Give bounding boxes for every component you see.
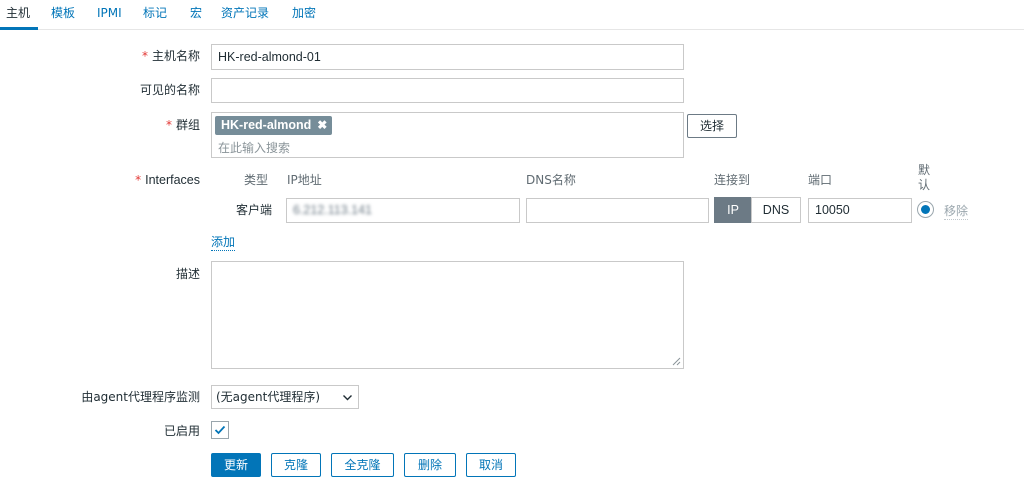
tab-encryption[interactable]: 加密 bbox=[292, 5, 316, 29]
connect-dns-toggle[interactable]: DNS bbox=[751, 197, 801, 223]
cancel-button[interactable]: 取消 bbox=[466, 453, 516, 477]
host-name-input[interactable]: HK-red-almond-01 bbox=[211, 44, 684, 70]
tab-host[interactable]: 主机 bbox=[6, 5, 30, 29]
required-mark: * bbox=[141, 49, 148, 63]
visible-name-label: 可见的名称 bbox=[139, 83, 200, 97]
group-chip-label: HK-red-almond bbox=[221, 118, 312, 132]
proxy-label: 由agent代理程序监测 bbox=[81, 390, 200, 404]
host-name-label-text: 主机名称 bbox=[151, 49, 200, 63]
clone-button[interactable]: 克隆 bbox=[271, 453, 321, 477]
tab-templates[interactable]: 模板 bbox=[51, 5, 75, 29]
resize-grip-icon[interactable] bbox=[672, 357, 681, 366]
required-mark: * bbox=[135, 173, 142, 187]
col-header-ip: IP地址 bbox=[287, 173, 322, 187]
interface-type-agent: 客户端 bbox=[236, 203, 273, 217]
active-tab-indicator bbox=[0, 27, 38, 30]
tab-inventory[interactable]: 资产记录 bbox=[221, 5, 269, 29]
tab-tags[interactable]: 标记 bbox=[143, 5, 167, 29]
tab-bar: 主机 模板 IPMI 标记 宏 资产记录 加密 bbox=[0, 0, 1024, 30]
chevron-down-icon bbox=[343, 395, 352, 401]
select-groups-button[interactable]: 选择 bbox=[687, 114, 737, 138]
col-header-default: 默 认 bbox=[918, 163, 931, 192]
proxy-select[interactable]: (无agent代理程序) bbox=[211, 385, 359, 409]
full-clone-button[interactable]: 全克隆 bbox=[331, 453, 394, 477]
description-textarea[interactable] bbox=[211, 261, 684, 369]
group-chip: HK-red-almond ✖ bbox=[215, 116, 333, 135]
tab-ipmi[interactable]: IPMI bbox=[97, 5, 122, 29]
interfaces-label: * Interfaces bbox=[60, 172, 200, 188]
interface-dns-input[interactable] bbox=[526, 198, 709, 223]
remove-interface-link[interactable]: 移除 bbox=[944, 203, 969, 220]
interface-port-input[interactable]: 10050 bbox=[808, 198, 912, 223]
groups-search-placeholder[interactable]: 在此输入搜索 bbox=[218, 140, 290, 156]
enabled-label: 已启用 bbox=[163, 424, 200, 438]
add-interface-link[interactable]: 添加 bbox=[211, 234, 236, 251]
groups-multiselect[interactable]: HK-red-almond ✖ 在此输入搜索 bbox=[211, 112, 684, 158]
interface-ip-value: 6.212.113.141 bbox=[293, 203, 373, 217]
proxy-selected-value: (无agent代理程序) bbox=[216, 390, 321, 404]
interfaces-label-text: Interfaces bbox=[145, 173, 200, 187]
groups-label: * 群组 bbox=[60, 117, 200, 133]
description-label: 描述 bbox=[175, 267, 200, 281]
check-icon bbox=[214, 425, 226, 435]
connect-ip-toggle[interactable]: IP bbox=[714, 197, 752, 223]
tab-macros[interactable]: 宏 bbox=[190, 5, 202, 29]
col-header-port: 端口 bbox=[808, 173, 833, 187]
delete-button[interactable]: 删除 bbox=[404, 453, 456, 477]
visible-name-input[interactable] bbox=[211, 78, 684, 103]
host-name-label: * 主机名称 bbox=[60, 48, 200, 64]
interface-ip-input[interactable]: 6.212.113.141 bbox=[286, 198, 520, 223]
update-button[interactable]: 更新 bbox=[211, 453, 261, 477]
chip-remove-icon[interactable]: ✖ bbox=[317, 116, 327, 135]
col-header-type: 类型 bbox=[244, 173, 269, 187]
required-mark: * bbox=[165, 118, 172, 132]
col-header-dns: DNS名称 bbox=[526, 173, 576, 187]
enabled-checkbox[interactable] bbox=[211, 421, 229, 439]
default-interface-radio[interactable] bbox=[917, 201, 934, 218]
groups-label-text: 群组 bbox=[175, 118, 200, 132]
col-header-connect-to: 连接到 bbox=[714, 173, 751, 187]
radio-selected-dot bbox=[921, 205, 930, 214]
